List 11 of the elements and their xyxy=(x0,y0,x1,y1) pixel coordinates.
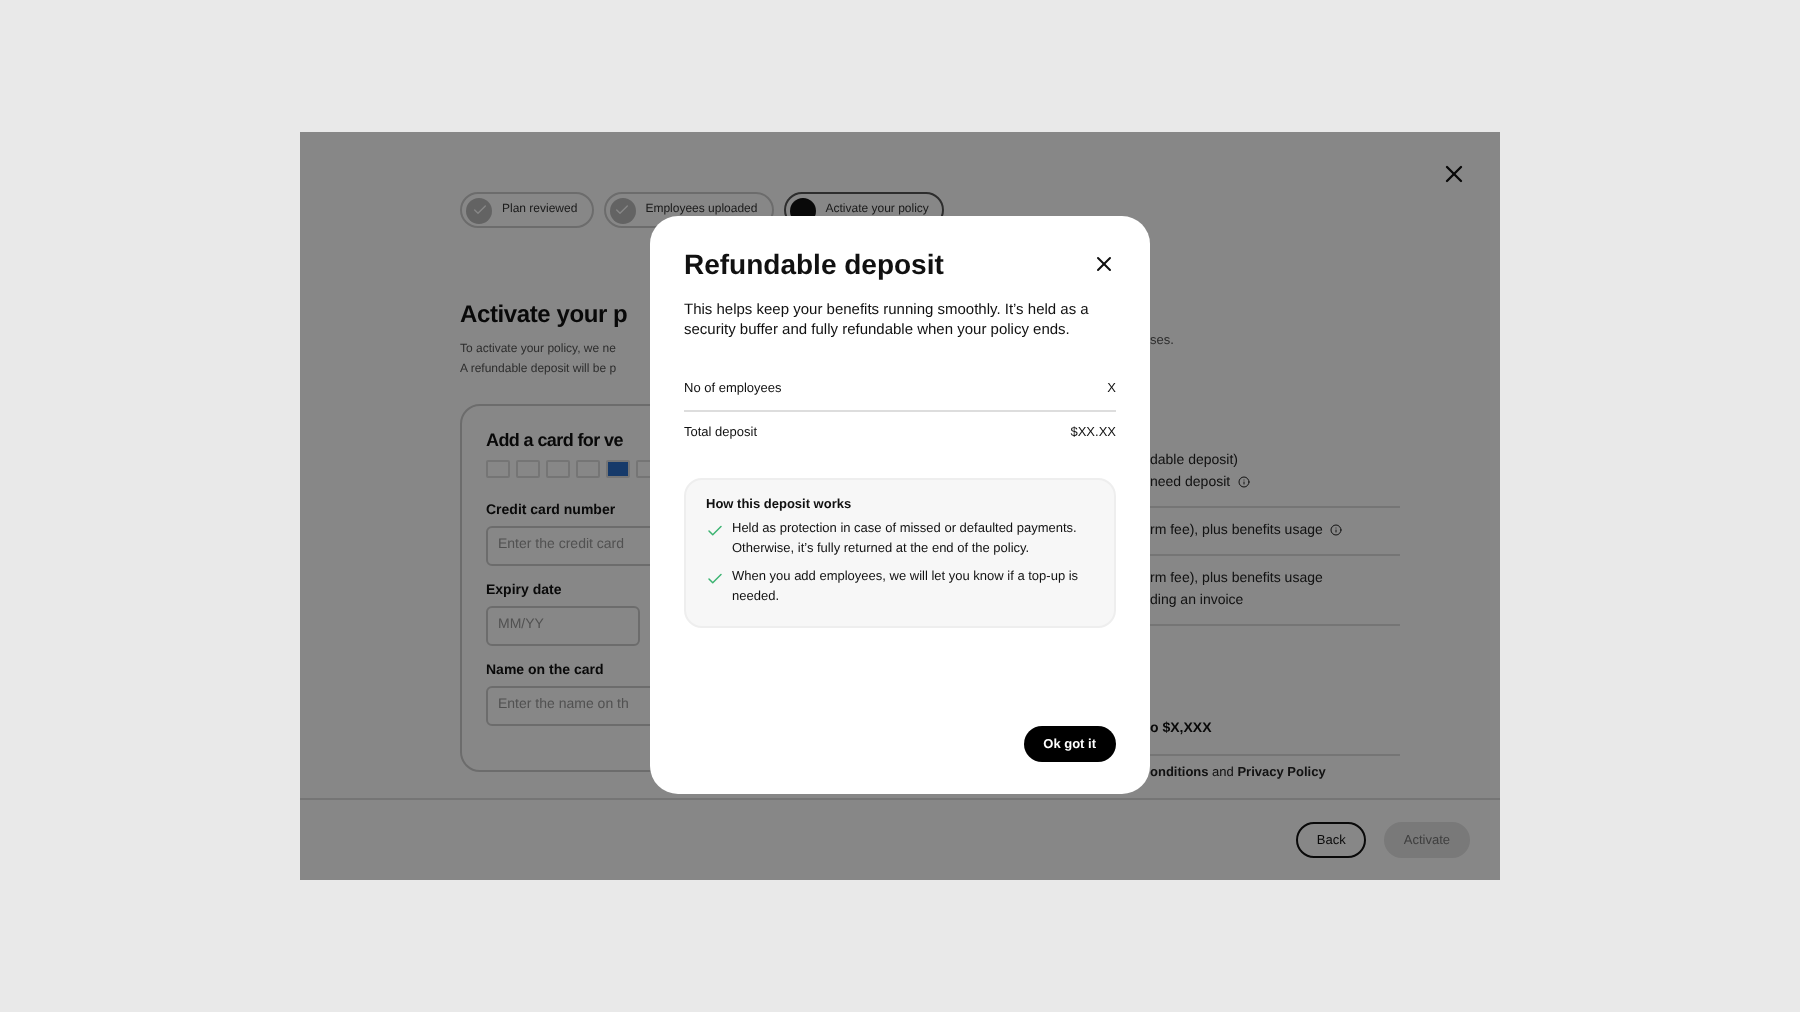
dialog-title: Refundable deposit xyxy=(684,248,944,280)
check-icon xyxy=(609,197,636,223)
check-icon xyxy=(706,522,724,540)
check-icon xyxy=(706,570,724,588)
close-icon[interactable] xyxy=(1092,252,1116,276)
info-icon xyxy=(1330,524,1343,536)
card-brand-icon xyxy=(606,459,630,477)
card-form-title: Add a card for ve xyxy=(486,429,623,449)
page-title: Activate your p xyxy=(460,299,628,327)
info-icon xyxy=(1238,476,1251,488)
check-icon xyxy=(466,197,492,223)
